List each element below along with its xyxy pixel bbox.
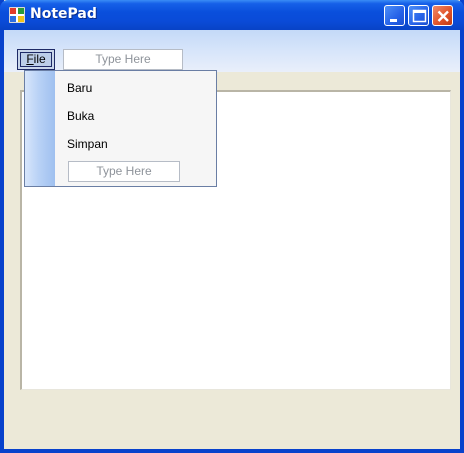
menu-strip: File Type Here xyxy=(4,30,460,72)
title-bar[interactable]: NotePad xyxy=(0,0,464,30)
maximize-icon xyxy=(412,9,427,23)
menu-image-margin xyxy=(25,71,55,186)
menu-file-label: File xyxy=(20,52,52,67)
menu-item-buka[interactable]: Buka xyxy=(67,109,94,123)
dropdown-type-here[interactable]: Type Here xyxy=(68,161,180,182)
app-icon xyxy=(9,7,25,23)
notepad-window: NotePad File Type Here Baru Buka Simpan … xyxy=(0,0,464,453)
file-dropdown-menu: Baru Buka Simpan Type Here xyxy=(24,70,217,187)
window-bottom-border xyxy=(0,449,464,453)
menu-file[interactable]: File xyxy=(17,49,55,70)
minimize-button[interactable] xyxy=(384,5,405,26)
close-button[interactable] xyxy=(432,5,453,26)
menu-item-simpan[interactable]: Simpan xyxy=(67,137,108,151)
close-icon xyxy=(437,10,449,22)
maximize-button[interactable] xyxy=(408,5,429,26)
minimize-icon xyxy=(390,19,397,22)
menu-item-baru[interactable]: Baru xyxy=(67,81,92,95)
window-title: NotePad xyxy=(30,6,97,22)
menu-type-here[interactable]: Type Here xyxy=(63,49,183,70)
